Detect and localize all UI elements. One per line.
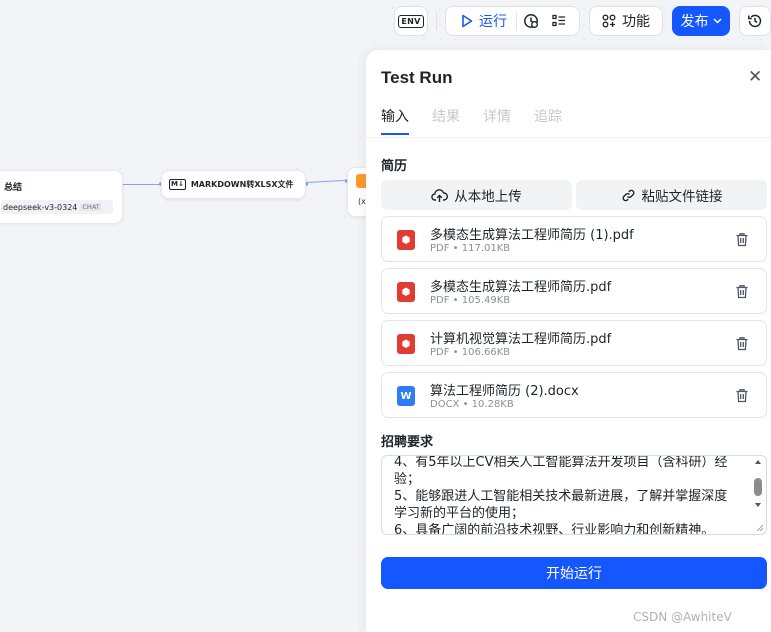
pdf-icon: ⬢ xyxy=(397,334,415,354)
grid-icon xyxy=(602,14,616,28)
model-tag: CHAT xyxy=(80,203,102,211)
scroll-up-arrow[interactable] xyxy=(755,460,761,464)
list-icon xyxy=(552,14,565,27)
node-markdown-to-xlsx[interactable]: M↓ MARKDOWN转XLSX文件 xyxy=(161,170,306,199)
clock-check-icon xyxy=(524,14,538,28)
trash-icon[interactable] xyxy=(735,336,749,351)
test-run-panel: Test Run ✕ 输入 结果 详情 追踪 简历 从本地上传 粘贴文件链接 ⬢… xyxy=(366,50,771,632)
requirement-line: 6、具备广阔的前沿技术视野、行业影响力和创新精神。 xyxy=(394,523,715,535)
panel-tabs: 输入 结果 详情 追踪 xyxy=(381,106,562,135)
trash-icon[interactable] xyxy=(735,232,749,247)
scrollbar-thumb[interactable] xyxy=(754,478,762,496)
run-button[interactable]: 运行 xyxy=(452,7,516,35)
edge-summary-to-markdown xyxy=(121,184,161,186)
close-icon[interactable]: ✕ xyxy=(748,69,762,86)
file-name: 多模态生成算法工程师简历.pdf xyxy=(430,280,612,295)
toolbar-divider xyxy=(436,12,437,30)
debug-button[interactable] xyxy=(517,7,545,35)
publish-button[interactable]: 发布 xyxy=(672,6,730,36)
docx-icon: W xyxy=(397,386,415,406)
history-icon xyxy=(748,14,762,28)
play-icon xyxy=(462,14,473,28)
trash-icon[interactable] xyxy=(735,388,749,403)
requirements-label: 招聘要求 xyxy=(381,435,434,450)
tab-result[interactable]: 结果 xyxy=(432,106,460,135)
list-button[interactable] xyxy=(545,7,573,35)
paste-link-label: 粘贴文件链接 xyxy=(641,189,723,205)
pdf-icon: ⬢ xyxy=(397,230,415,250)
run-label: 运行 xyxy=(479,14,507,30)
requirement-line: 5、能够跟进人工智能相关技术最新进展，了解并掌握深度学习新的平台的使用； xyxy=(394,489,728,521)
scroll-down-arrow[interactable] xyxy=(755,503,761,507)
pdf-icon: ⬢ xyxy=(397,282,415,302)
file-meta: PDF • 105.49KB xyxy=(430,295,511,306)
file-card[interactable]: W 算法工程师简历 (2).docx DOCX • 10.28KB xyxy=(381,372,767,418)
upload-local-button[interactable]: 从本地上传 xyxy=(381,180,572,210)
resume-label: 简历 xyxy=(381,159,408,174)
features-button[interactable]: 功能 xyxy=(589,6,663,36)
requirements-text: 4、有5年以上CV相关人工智能算法开发项目（含科研）经验； 5、能够跟进人工智能… xyxy=(394,455,734,535)
markdown-icon: M↓ xyxy=(169,179,186,190)
file-name: 算法工程师简历 (2).docx xyxy=(430,384,579,399)
file-card[interactable]: ⬢ 计算机视觉算法工程师简历.pdf PDF • 106.66KB xyxy=(381,320,767,366)
tab-details[interactable]: 详情 xyxy=(483,106,511,135)
file-name: 计算机视觉算法工程师简历.pdf xyxy=(430,332,612,347)
features-label: 功能 xyxy=(622,14,650,30)
history-button[interactable] xyxy=(739,6,771,36)
trash-icon[interactable] xyxy=(735,284,749,299)
link-icon xyxy=(622,189,634,201)
watermark: CSDN @AwhiteV xyxy=(633,610,732,624)
resize-grip-icon[interactable] xyxy=(754,522,764,532)
publish-label: 发布 xyxy=(680,14,709,30)
tab-trace[interactable]: 追踪 xyxy=(534,106,562,135)
node-summary[interactable]: 总结 deepseek-v3-0324 CHAT xyxy=(0,170,123,224)
file-name: 多模态生成算法工程师简历 (1).pdf xyxy=(430,228,634,243)
node-summary-title: 总结 xyxy=(4,183,23,193)
node-summary-model: deepseek-v3-0324 CHAT xyxy=(1,200,113,214)
paste-link-button[interactable]: 粘贴文件链接 xyxy=(576,180,767,210)
upload-local-label: 从本地上传 xyxy=(454,189,522,205)
node-markdown-title: MARKDOWN转XLSX文件 xyxy=(190,180,294,189)
file-meta: PDF • 106.66KB xyxy=(430,347,511,358)
run-group: 运行 xyxy=(445,6,580,36)
panel-title: Test Run xyxy=(381,68,453,87)
chevron-down-icon xyxy=(712,18,722,24)
upload-row: 从本地上传 粘贴文件链接 xyxy=(381,180,767,210)
file-meta: DOCX • 10.28KB xyxy=(430,399,514,410)
file-card[interactable]: ⬢ 多模态生成算法工程师简历 (1).pdf PDF • 117.01KB xyxy=(381,216,767,262)
file-card[interactable]: ⬢ 多模态生成算法工程师简历.pdf PDF • 105.49KB xyxy=(381,268,767,314)
model-name: deepseek-v3-0324 xyxy=(3,202,78,212)
tabs-divider xyxy=(366,137,771,138)
env-button[interactable]: ENV xyxy=(394,6,428,36)
node-partial-text: (x xyxy=(358,197,366,206)
cloud-upload-icon xyxy=(431,188,449,202)
requirement-line: 4、有5年以上CV相关人工智能算法开发项目（含科研）经验； xyxy=(394,455,728,487)
env-icon: ENV xyxy=(398,14,424,28)
requirements-textarea[interactable]: 4、有5年以上CV相关人工智能算法开发项目（含科研）经验； 5、能够跟进人工智能… xyxy=(381,455,767,535)
file-meta: PDF • 117.01KB xyxy=(430,243,511,254)
tab-input[interactable]: 输入 xyxy=(381,106,409,135)
start-run-button[interactable]: 开始运行 xyxy=(381,557,767,589)
